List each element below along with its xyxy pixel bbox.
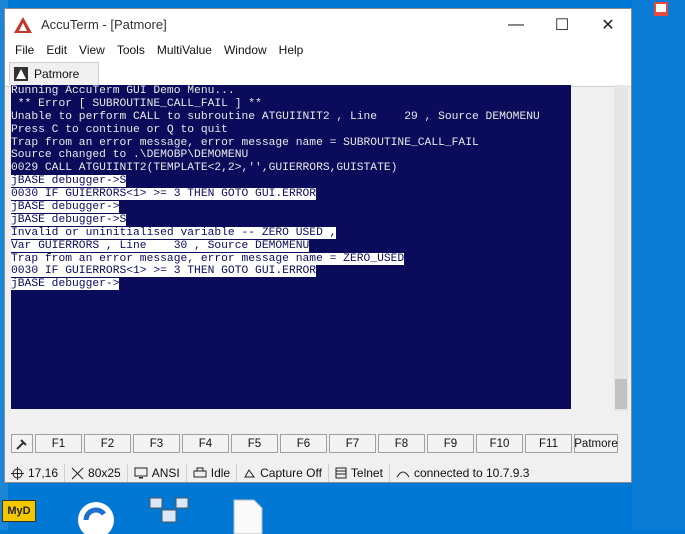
myd-desktop-icon[interactable]: MyD	[2, 500, 36, 522]
fkey-session[interactable]: Patmore	[574, 434, 618, 453]
fkey-f2[interactable]: F2	[84, 434, 131, 453]
terminal-line-text: Trap from an error message, error messag…	[11, 136, 479, 149]
status-emulation: ANSI	[128, 464, 187, 482]
desktop-icons: MyD	[0, 494, 685, 534]
close-button[interactable]: ✕	[585, 9, 631, 40]
terminal-line-text: Press C to continue or Q to quit	[11, 123, 228, 136]
terminal-line-text: jBASE debugger->S	[11, 213, 127, 226]
fkey-f11[interactable]: F11	[525, 434, 572, 453]
accuterm-logo-icon	[14, 16, 32, 33]
status-connection: connected to 10.7.9.3	[390, 464, 535, 482]
maximize-button[interactable]: ☐	[539, 9, 585, 40]
network-app-icon[interactable]	[146, 496, 194, 532]
menu-help[interactable]: Help	[273, 43, 310, 57]
document-icon[interactable]	[230, 498, 266, 534]
session-tab-bar: Patmore	[5, 60, 631, 87]
status-size: 80x25	[65, 464, 128, 482]
terminal-line: ** Error [ SUBROUTINE_CALL_FAIL ] **	[11, 98, 571, 111]
printer-icon	[193, 467, 207, 478]
fkey-f10[interactable]: F10	[476, 434, 523, 453]
accuterm-window: AccuTerm - [Patmore] — ☐ ✕ File Edit Vie…	[4, 8, 632, 483]
terminal-line-text: jBASE debugger->	[11, 278, 120, 291]
terminal-line-text: Trap from an error message, error messag…	[11, 252, 405, 265]
terminal-line-text: ** Error [ SUBROUTINE_CALL_FAIL ] **	[11, 97, 262, 110]
desktop-icon-partial[interactable]	[640, 0, 680, 20]
terminal-line: jBASE debugger->	[11, 201, 571, 214]
terminal-line: Running AccuTerm GUI Demo Menu...	[11, 85, 571, 98]
terminal-line: Var GUIERRORS , Line 30 , Source DEMOMEN…	[11, 239, 571, 253]
vertical-scrollbar[interactable]	[614, 85, 628, 411]
terminal-line: 0030 IF GUIERRORS<1> >= 3 THEN GOTO GUI.…	[11, 188, 571, 201]
menu-window[interactable]: Window	[218, 43, 273, 57]
terminal-line: jBASE debugger->S	[11, 213, 571, 227]
terminal-line: Source changed to .\DEMOBP\DEMOMENU	[11, 149, 571, 162]
terminal-line: jBASE debugger->	[11, 278, 571, 291]
fkey-f3[interactable]: F3	[133, 434, 180, 453]
printer-state: Idle	[210, 466, 231, 480]
terminal-line-text: jBASE debugger->	[11, 201, 120, 214]
status-protocol: Telnet	[329, 464, 390, 482]
refresh-app-icon[interactable]	[74, 498, 118, 534]
fkey-f5[interactable]: F5	[231, 434, 278, 453]
terminal-line-text: 0030 IF GUIERRORS<1> >= 3 THEN GOTO GUI.…	[11, 265, 317, 278]
session-icon	[14, 67, 28, 81]
resize-icon	[71, 467, 84, 479]
status-cursor: 17,16	[5, 464, 66, 482]
capture-icon	[244, 468, 256, 477]
terminal-line-text: Invalid or uninitialised variable -- ZER…	[11, 226, 337, 239]
tools-icon[interactable]	[11, 434, 33, 453]
fkey-f7[interactable]: F7	[329, 434, 376, 453]
terminal-screen[interactable]: Running AccuTerm GUI Demo Menu... ** Err…	[11, 85, 571, 409]
cursor-position: 17,16	[28, 466, 59, 480]
terminal-line: Trap from an error message, error messag…	[11, 137, 571, 150]
protocol-name: Telnet	[350, 466, 383, 480]
terminal-line-text: Running AccuTerm GUI Demo Menu...	[11, 85, 235, 97]
terminal-line-text: Source changed to .\DEMOBP\DEMOMENU	[11, 149, 249, 162]
fkey-f9[interactable]: F9	[427, 434, 474, 453]
connection-status: connected to 10.7.9.3	[413, 466, 530, 480]
fkey-f4[interactable]: F4	[182, 434, 229, 453]
terminal-line: Trap from an error message, error messag…	[11, 252, 571, 266]
crosshair-icon	[11, 466, 24, 480]
menu-multivalue[interactable]: MultiValue	[151, 43, 218, 57]
terminal-line: Invalid or uninitialised variable -- ZER…	[11, 226, 571, 240]
status-capture: Capture Off	[237, 464, 329, 482]
desktop-background	[632, 0, 685, 530]
menu-tools[interactable]: Tools	[111, 43, 151, 57]
title-bar[interactable]: AccuTerm - [Patmore] — ☐ ✕	[5, 9, 631, 40]
terminal-line: jBASE debugger->S	[11, 175, 571, 188]
menu-edit[interactable]: Edit	[40, 43, 73, 57]
fkey-f6[interactable]: F6	[280, 434, 327, 453]
screen-size: 80x25	[88, 466, 121, 480]
terminal-line-text: 0030 IF GUIERRORS<1> >= 3 THEN GOTO GUI.…	[11, 188, 317, 201]
terminal-line: 0029 CALL ATGUIINIT2(TEMPLATE<2,2>,'',GU…	[11, 162, 571, 175]
menu-file[interactable]: File	[9, 43, 40, 57]
terminal-line-text: 0029 CALL ATGUIINIT2(TEMPLATE<2,2>,'',GU…	[11, 162, 398, 175]
menu-bar: File Edit View Tools MultiValue Window H…	[5, 40, 631, 60]
terminal-line: 0030 IF GUIERRORS<1> >= 3 THEN GOTO GUI.…	[11, 265, 571, 278]
network-icon	[335, 467, 347, 479]
capture-state: Capture Off	[260, 466, 322, 480]
tab-label: Patmore	[34, 67, 80, 81]
fkey-f1[interactable]: F1	[35, 434, 82, 453]
terminal-line: Unable to perform CALL to subroutine ATG…	[11, 111, 571, 124]
scrollbar-thumb[interactable]	[615, 379, 627, 409]
tab-patmore[interactable]: Patmore	[9, 62, 99, 85]
monitor-icon	[134, 467, 148, 479]
terminal-line-text: Var GUIERRORS , Line 30 , Source DEMOMEN…	[11, 239, 310, 252]
window-title: AccuTerm - [Patmore]	[41, 17, 167, 32]
fkey-f8[interactable]: F8	[378, 434, 425, 453]
status-printer: Idle	[187, 464, 238, 482]
terminal-line-text: Unable to perform CALL to subroutine ATG…	[11, 110, 540, 123]
status-bar: 17,16 80x25 ANSI Idle Capture Off Telnet…	[5, 463, 631, 483]
emulation-type: ANSI	[151, 466, 180, 480]
minimize-button[interactable]: —	[493, 9, 539, 40]
connection-icon	[396, 471, 410, 478]
function-key-bar: F1 F2 F3 F4 F5 F6 F7 F8 F9 F10 F11 Patmo…	[11, 434, 625, 454]
myd-label: MyD	[2, 500, 36, 522]
terminal-line: Press C to continue or Q to quit	[11, 124, 571, 137]
menu-view[interactable]: View	[73, 43, 111, 57]
terminal-line-text: jBASE debugger->S	[11, 175, 127, 188]
